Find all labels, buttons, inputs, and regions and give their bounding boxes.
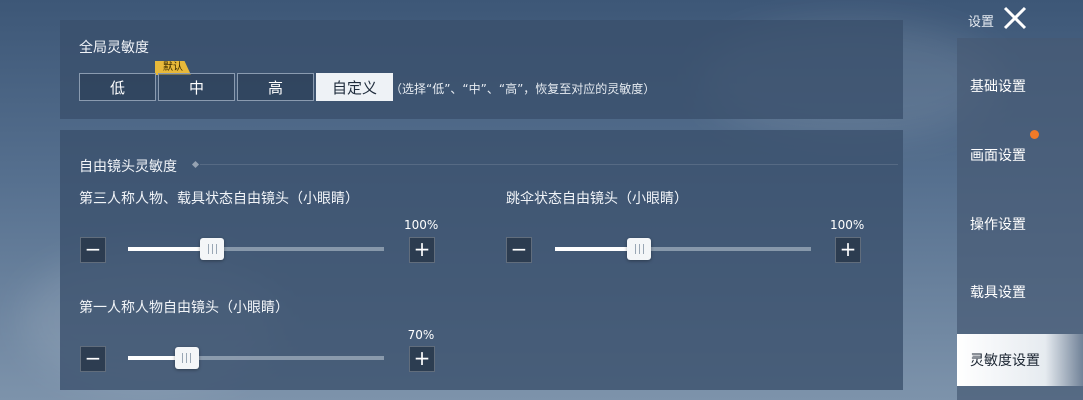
preset-high-button[interactable]: 高 [237, 73, 314, 101]
slider-grip-icon [190, 353, 192, 363]
slider-grip-icon [634, 244, 636, 254]
sidebar-item-sensitivity[interactable]: 灵敏度设置 [957, 334, 1083, 386]
section-divider [200, 164, 898, 165]
free-camera-title: 自由镜头灵敏度 [79, 159, 177, 175]
first-person-plus-button[interactable]: + [409, 346, 435, 372]
slider-label-third-person: 第三人称人物、载具状态自由镜头（小眼睛） [79, 191, 359, 207]
close-button[interactable] [1001, 5, 1029, 31]
slider-grip-icon [186, 353, 188, 363]
preset-hint-text: （选择“低”、“中”、“高”，恢复至对应的灵敏度） [390, 82, 656, 96]
sidebar-item-graphics[interactable]: 画面设置 [957, 129, 1083, 181]
settings-header-label: 设置 [968, 15, 995, 30]
sidebar-item-basic[interactable]: 基础设置 [957, 60, 1083, 112]
third-person-slider-thumb[interactable] [200, 238, 225, 260]
sidebar-item-vehicle[interactable]: 载具设置 [957, 266, 1083, 318]
parachute-minus-button[interactable]: − [506, 237, 532, 263]
slider-grip-icon [638, 244, 640, 254]
sensitivity-preset-selector: 低 中 高 自定义 [79, 73, 395, 101]
first-person-value: 70% [407, 328, 435, 342]
parachute-value: 100% [830, 218, 865, 232]
first-person-slider-track[interactable] [128, 347, 384, 369]
third-person-value: 100% [404, 218, 439, 232]
close-icon [1003, 6, 1027, 30]
slider-grip-icon [207, 244, 209, 254]
preset-medium-button[interactable]: 中 [158, 73, 235, 101]
preset-low-button[interactable]: 低 [79, 73, 156, 101]
first-person-minus-button[interactable]: − [80, 346, 106, 372]
slider-grip-icon [211, 244, 213, 254]
parachute-slider-thumb[interactable] [627, 238, 652, 260]
settings-sidebar: 基础设置 画面设置 操作设置 载具设置 灵敏度设置 [957, 38, 1083, 400]
parachute-slider-track[interactable] [555, 238, 811, 260]
first-person-slider-thumb[interactable] [174, 347, 199, 369]
preset-custom-button[interactable]: 自定义 [316, 73, 393, 101]
slider-grip-icon [182, 353, 184, 363]
global-sensitivity-title: 全局灵敏度 [79, 40, 149, 56]
third-person-minus-button[interactable]: − [80, 237, 106, 263]
slider-label-first-person: 第一人称人物自由镜头（小眼睛） [79, 300, 289, 316]
slider-grip-icon [642, 244, 644, 254]
third-person-plus-button[interactable]: + [409, 237, 435, 263]
third-person-slider-track[interactable] [128, 238, 384, 260]
notification-dot [1030, 130, 1039, 139]
slider-grip-icon [215, 244, 217, 254]
sidebar-item-controls[interactable]: 操作设置 [957, 198, 1083, 250]
slider-label-parachute: 跳伞状态自由镜头（小眼睛） [506, 191, 688, 207]
parachute-plus-button[interactable]: + [835, 237, 861, 263]
